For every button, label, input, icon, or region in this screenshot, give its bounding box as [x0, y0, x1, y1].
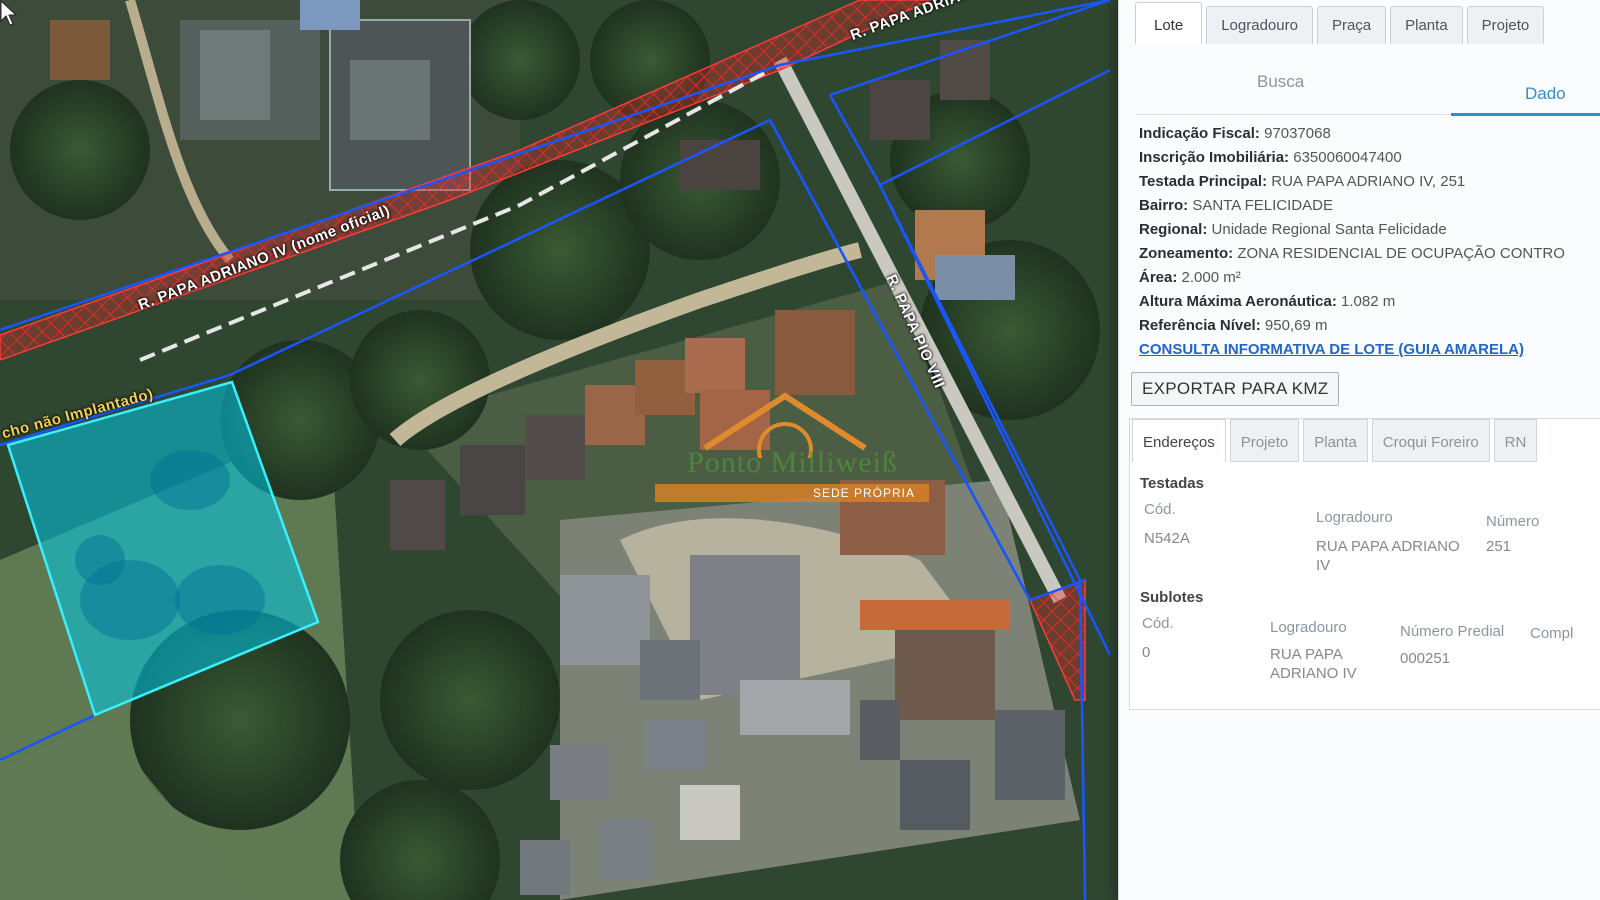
tab-praca[interactable]: Praça [1316, 6, 1387, 44]
tab-croqui-foreiro[interactable]: Croqui Foreiro [1371, 419, 1490, 462]
details-box: Endereços Projeto Planta Croqui Foreiro … [1129, 418, 1600, 710]
testada-label: Testada Principal: [1139, 173, 1268, 190]
sublotes-title: Sublotes [1140, 589, 1204, 606]
tab-planta-detail[interactable]: Planta [1303, 419, 1368, 462]
map-canvas [0, 0, 1130, 900]
testadas-cell-numero: 251 [1486, 538, 1512, 555]
testadas-header-logradouro: Logradouro [1316, 509, 1393, 526]
referencia-label: Referência Nível: [1139, 317, 1261, 334]
subtab-busca[interactable]: Busca [1257, 72, 1304, 92]
bairro-value: SANTA FELICIDADE [1192, 197, 1333, 214]
regional-value: Unidade Regional Santa Felicidade [1211, 221, 1447, 238]
active-subtab-underline [1451, 113, 1600, 116]
inscricao-value: 6350060047400 [1293, 149, 1402, 166]
tab-enderecos[interactable]: Endereços [1132, 419, 1226, 462]
sublotes-cell-numero: 000251 [1400, 650, 1451, 667]
sublotes-header-numero-predial: Número Predial [1400, 623, 1505, 640]
altura-label: Altura Máxima Aeronáutica: [1139, 293, 1337, 310]
lot-info-panel: Lote Logradouro Praça Planta Projeto Bus… [1118, 0, 1600, 900]
satellite-map[interactable]: R. PAPA ADRIANO IV (nome oficial) R. PAP… [0, 0, 1130, 900]
testadas-cell-cod: N542A [1144, 530, 1190, 547]
testadas-title: Testadas [1140, 475, 1204, 492]
regional-label: Regional: [1139, 221, 1208, 238]
tab-planta[interactable]: Planta [1390, 6, 1463, 44]
tab-logradouro[interactable]: Logradouro [1206, 6, 1313, 44]
subtab-dado[interactable]: Dado [1525, 84, 1566, 104]
referencia-value: 950,69 m [1264, 317, 1328, 334]
zoneamento-label: Zoneamento: [1139, 245, 1234, 262]
area-value: 2.000 m² [1181, 269, 1241, 286]
indicacao-fiscal-label: Indicação Fiscal: [1139, 125, 1260, 142]
tab-projeto-detail[interactable]: Projeto [1229, 419, 1300, 462]
sublotes-cell-logradouro: RUA PAPA ADRIANO IV [1270, 646, 1357, 682]
sublotes-header-compl: Compl [1530, 625, 1574, 642]
sub-tabs: Busca Dado [1135, 62, 1600, 116]
export-kmz-button[interactable]: EXPORTAR PARA KMZ [1131, 372, 1340, 406]
testadas-cell-logradouro: RUA PAPA ADRIANO IV [1316, 538, 1460, 574]
detail-tabs: Endereços Projeto Planta Croqui Foreiro … [1132, 419, 1538, 462]
watermark: Ponto Milliweiß SEDE PRÓPRIA [655, 388, 930, 508]
altura-value: 1.082 m [1341, 293, 1396, 310]
testadas-header-cod: Cód. [1144, 501, 1176, 518]
guia-amarela-link[interactable]: CONSULTA INFORMATIVA DE LOTE (GUIA AMARE… [1139, 341, 1524, 358]
testadas-header-numero: Número [1486, 513, 1540, 530]
tab-projeto[interactable]: Projeto [1466, 6, 1545, 44]
zoneamento-value: ZONA RESIDENCIAL DE OCUPAÇÃO CONTRO [1237, 245, 1565, 262]
bairro-label: Bairro: [1139, 197, 1189, 214]
sublotes-header-cod: Cód. [1142, 615, 1174, 632]
mouse-cursor-icon [0, 0, 18, 26]
main-tabs: Lote Logradouro Praça Planta Projeto [1135, 2, 1545, 44]
inscricao-label: Inscrição Imobiliária: [1139, 149, 1290, 166]
sublotes-cell-cod: 0 [1142, 644, 1151, 661]
lot-details: Indicação Fiscal: 97037068 Inscrição Imo… [1139, 122, 1597, 362]
sublotes-header-logradouro: Logradouro [1270, 619, 1347, 636]
watermark-title: Ponto Milliweiß [687, 446, 898, 479]
area-label: Área: [1139, 269, 1178, 286]
testada-value: RUA PAPA ADRIANO IV, 251 [1271, 173, 1466, 190]
tab-lote[interactable]: Lote [1135, 2, 1203, 44]
indicacao-fiscal-value: 97037068 [1264, 125, 1331, 142]
watermark-subtitle: SEDE PRÓPRIA [655, 484, 929, 502]
tab-rn[interactable]: RN [1493, 419, 1538, 462]
